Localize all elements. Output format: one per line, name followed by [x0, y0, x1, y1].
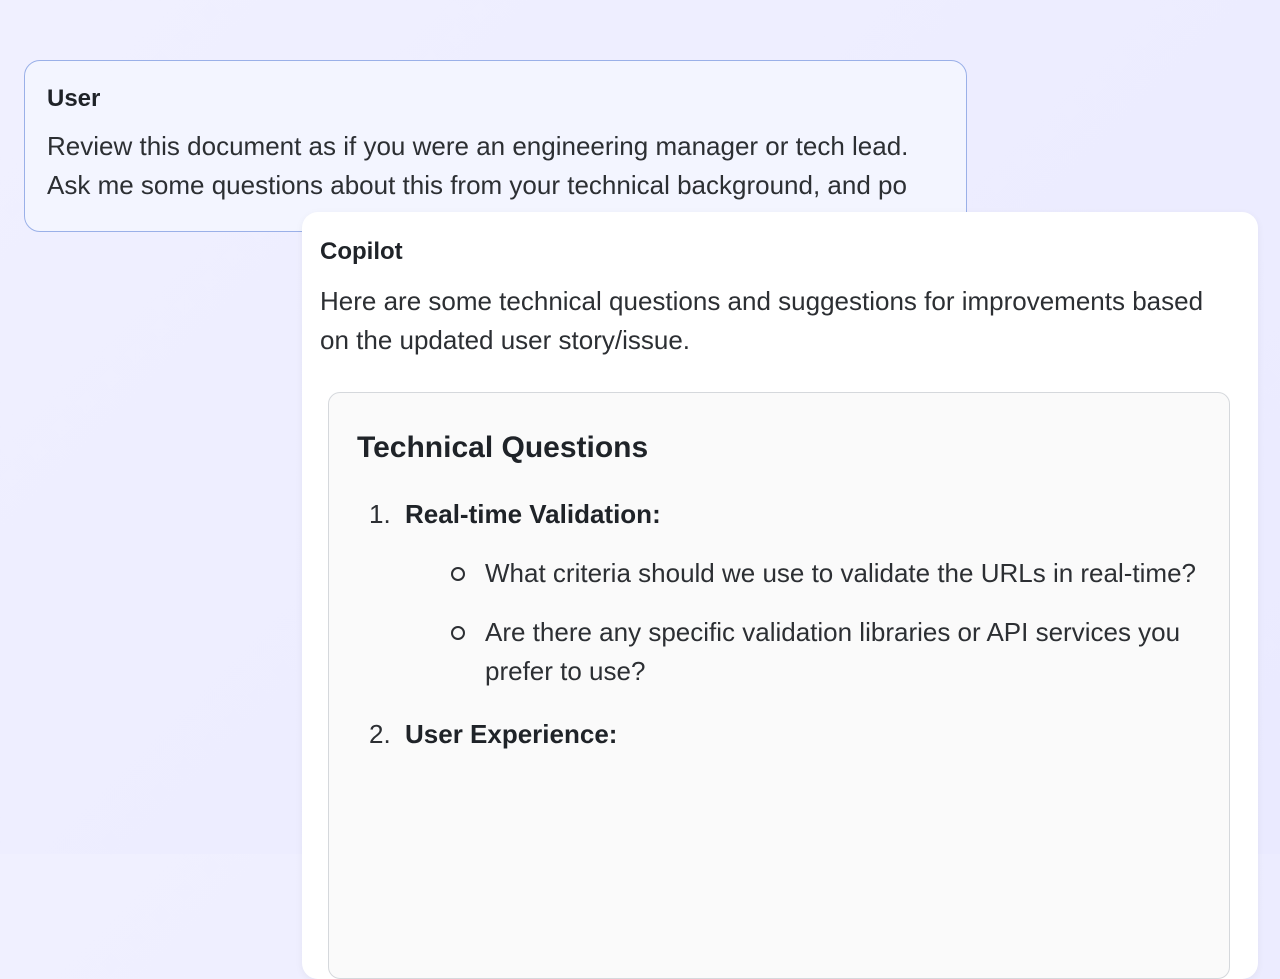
questions-list: Real-time Validation: What criteria shou…	[357, 499, 1201, 750]
list-item: User Experience:	[405, 719, 1201, 750]
list-item-title: User Experience:	[405, 719, 1201, 750]
user-label: User	[47, 85, 944, 113]
user-message-content: Review this document as if you were an e…	[47, 127, 944, 205]
user-message-card: User Review this document as if you were…	[24, 60, 967, 232]
copilot-intro-text: Here are some technical questions and su…	[320, 282, 1238, 360]
list-item: Real-time Validation: What criteria shou…	[405, 499, 1201, 691]
sublist-item: What criteria should we use to validate …	[485, 554, 1201, 593]
sublist-item: Are there any specific validation librar…	[485, 613, 1201, 691]
section-heading: Technical Questions	[357, 431, 1201, 465]
copilot-content-panel: Technical Questions Real-time Validation…	[328, 392, 1230, 979]
list-item-title: Real-time Validation:	[405, 499, 1201, 530]
sublist: What criteria should we use to validate …	[405, 554, 1201, 691]
copilot-message-card: Copilot Here are some technical question…	[302, 212, 1258, 979]
copilot-label: Copilot	[320, 238, 1238, 266]
